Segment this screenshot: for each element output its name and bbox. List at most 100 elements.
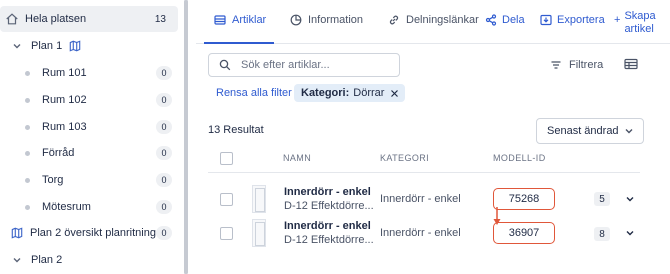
filter-button[interactable]: Filtrera (550, 59, 603, 71)
article-subtitle: D-12 Effektdörre... (284, 200, 374, 212)
sidebar-scrollbar[interactable] (184, 0, 188, 274)
bullet-icon (25, 124, 30, 130)
close-icon[interactable] (390, 89, 399, 98)
sidebar-item-torg[interactable]: Torg 0 (0, 170, 178, 190)
count-badge: 0 (156, 226, 172, 240)
count-badge: 0 (156, 120, 172, 134)
sidebar-item-motesrum[interactable]: Mötesrum 0 (0, 197, 178, 217)
bullet-icon (25, 204, 30, 210)
map-icon (69, 40, 81, 52)
count-badge: 0 (156, 66, 172, 80)
sidebar-item-label: Rum 101 (42, 67, 87, 79)
sidebar-item-forrad[interactable]: Förråd 0 (0, 143, 178, 163)
sidebar-item-label: Rum 103 (42, 121, 87, 133)
chevron-down-icon[interactable] (12, 255, 22, 265)
download-icon (540, 14, 552, 26)
chevron-down-icon[interactable] (625, 228, 635, 238)
sidebar-item-label: Plan 1 (31, 40, 63, 52)
search-box[interactable] (208, 53, 400, 77)
column-header-category[interactable]: KATEGORI (380, 153, 429, 163)
divider (208, 172, 640, 173)
sidebar-item-rum-102[interactable]: Rum 102 0 (0, 90, 178, 110)
chevron-down-icon[interactable] (625, 194, 635, 204)
share-icon (485, 14, 497, 26)
create-label: Skapa artikel (624, 10, 655, 36)
share-button[interactable]: Dela (485, 14, 525, 26)
category-filter-chip[interactable]: Kategori: Dörrar (294, 84, 406, 102)
door-thumbnail (252, 185, 266, 213)
door-thumbnail (252, 219, 266, 247)
count-badge: 0 (156, 173, 172, 187)
quantity-badge: 5 (594, 192, 610, 206)
search-input[interactable] (241, 59, 391, 71)
sidebar-item-label: Mötesrum (42, 201, 91, 213)
sidebar-item-plan-1[interactable]: Plan 1 (0, 36, 178, 56)
tab-bar: Artiklar Information Delningslänkar Dela… (196, 0, 670, 44)
filter-lines-icon (551, 61, 561, 69)
tab-label: Artiklar (232, 14, 267, 26)
results-count: 13 Resultat (208, 124, 264, 136)
active-tab-indicator (204, 42, 274, 44)
link-icon (389, 15, 399, 25)
article-category: Innerdörr - enkel (380, 227, 461, 239)
column-header-model-id[interactable]: MODELL-ID (493, 153, 546, 163)
count-badge: 0 (156, 146, 172, 160)
tab-information[interactable]: Information (290, 14, 363, 26)
sidebar-item-label: Plan 2 översikt planritning... (30, 227, 166, 239)
export-button[interactable]: Exportera (540, 14, 605, 26)
model-id-highlight: 36907 (493, 222, 555, 244)
sidebar-item-plan-2[interactable]: Plan 2 (0, 250, 178, 270)
model-id-highlight: 75268 (493, 188, 555, 210)
model-id: 36907 (508, 227, 540, 239)
table-view-icon[interactable] (624, 58, 638, 70)
pie-chart-icon (290, 14, 302, 26)
sidebar-item-whole-site[interactable]: Hela platsen 13 (0, 6, 178, 32)
main-panel: Artiklar Information Delningslänkar Dela… (196, 0, 670, 274)
count-badge: 0 (156, 200, 172, 214)
row-checkbox[interactable] (220, 227, 233, 240)
sidebar-item-rum-103[interactable]: Rum 103 0 (0, 117, 178, 137)
table-icon (214, 15, 226, 25)
sort-select[interactable]: Senast ändrad (536, 118, 644, 144)
article-subtitle: D-12 Effektdörre... (284, 234, 374, 246)
tab-label: Information (308, 14, 364, 26)
sidebar-item-label: Hela platsen (25, 13, 87, 25)
create-label-line2: artikel (624, 23, 654, 35)
chevron-down-icon[interactable] (12, 41, 22, 51)
plus-icon: + (614, 14, 621, 26)
sort-selected: Senast ändrad (547, 125, 619, 137)
clear-filters-link[interactable]: Rensa alla filter (216, 87, 292, 99)
tab-share-links[interactable]: Delningslänkar (388, 14, 479, 26)
article-name[interactable]: Innerdörr - enkel (284, 220, 371, 232)
chevron-down-icon (625, 129, 633, 134)
sidebar-item-label: Plan 2 (31, 254, 63, 266)
chip-value: Dörrar (353, 87, 385, 99)
bullet-icon (25, 97, 30, 103)
bullet-icon (25, 150, 30, 156)
quantity-badge: 8 (594, 227, 610, 241)
share-label: Dela (502, 14, 525, 26)
article-category: Innerdörr - enkel (380, 193, 461, 205)
sidebar-item-label: Rum 102 (42, 94, 87, 106)
tab-articles[interactable]: Artiklar (214, 14, 266, 26)
row-checkbox[interactable] (220, 193, 233, 206)
create-article-button[interactable]: + Skapa artikel (614, 10, 656, 36)
sidebar-item-plan-2-overview[interactable]: Plan 2 översikt planritning... 0 (0, 223, 178, 243)
article-name[interactable]: Innerdörr - enkel (284, 186, 371, 198)
scrollbar-thumb[interactable] (184, 0, 188, 274)
count-badge: 0 (156, 93, 172, 107)
sidebar-item-rum-101[interactable]: Rum 101 0 (0, 63, 178, 83)
home-icon (6, 13, 18, 25)
select-all-checkbox[interactable] (220, 152, 233, 165)
map-icon (11, 227, 23, 239)
create-label-line1: Skapa (624, 10, 656, 22)
model-id: 75268 (508, 193, 540, 205)
sidebar-item-label: Förråd (42, 147, 75, 159)
export-label: Exportera (557, 14, 605, 26)
tab-label: Delningslänkar (406, 14, 479, 26)
column-header-name[interactable]: NAMN (283, 153, 311, 163)
filter-label: Filtrera (569, 59, 604, 71)
count-badge: 13 (154, 13, 166, 25)
sidebar: Hela platsen 13 Plan 1 Rum 101 0 Rum 102… (0, 0, 182, 274)
bullet-icon (25, 177, 30, 183)
